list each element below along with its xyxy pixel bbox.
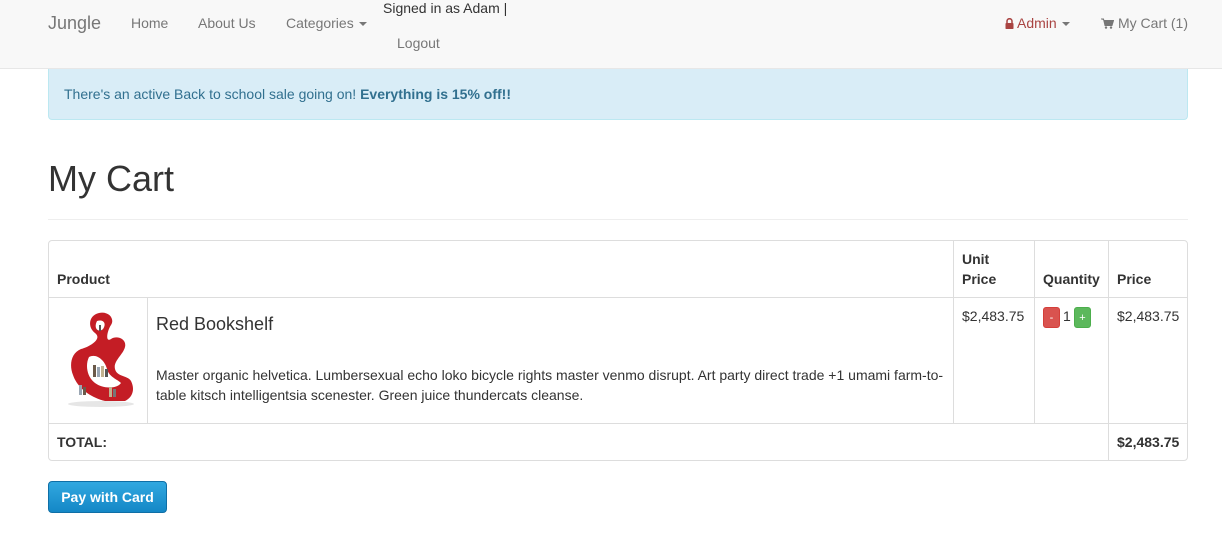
nav-categories-label: Categories [286,15,354,31]
pay-with-card-button[interactable]: Pay with Card [48,481,167,513]
divider [48,219,1188,220]
header-price: Price [1117,271,1152,287]
caret-down-icon [358,22,367,27]
nav-categories-dropdown[interactable]: Categories [286,15,367,31]
navbar: Jungle Home About Us Categories Signed i… [0,0,1222,69]
brand-link[interactable]: Jungle [48,13,101,34]
header-product: Product [57,271,110,287]
price-value: $2,483.75 [1117,308,1180,324]
quantity-value: 1 [1063,308,1071,324]
my-cart-link[interactable]: My Cart (1) [1101,15,1188,31]
total-label: TOTAL: [57,434,108,450]
nav-home-link[interactable]: Home [131,15,168,31]
header-unit-price-line2: Price [962,271,997,287]
header-quantity: Quantity [1043,271,1100,287]
product-image[interactable] [59,305,139,409]
increase-quantity-button[interactable]: + [1074,307,1091,328]
signed-in-text: Signed in as Adam | [383,0,508,16]
sale-alert-emphasis: Everything is 15% off!! [360,86,511,102]
admin-dropdown[interactable]: Admin [1005,15,1070,31]
sale-alert-text: There's an active Back to school sale go… [64,86,361,102]
total-value: $2,483.75 [1117,434,1180,450]
cart-table: Product Unit Price Quantity Price Red Bo… [48,240,1188,461]
row-divider [49,423,1187,424]
lock-icon [1005,18,1014,29]
logout-link[interactable]: Logout [397,35,440,51]
admin-label: Admin [1017,15,1057,31]
sale-alert: There's an active Back to school sale go… [48,69,1188,120]
shopping-cart-icon [1101,18,1114,29]
page-title: My Cart [48,158,174,199]
my-cart-label: My Cart (1) [1118,15,1188,31]
unit-price-value: $2,483.75 [962,308,1025,324]
product-description: Master organic helvetica. Lumbersexual e… [156,367,944,403]
header-unit-price-line1: Unit [962,251,990,267]
caret-down-icon [1061,22,1070,27]
decrease-quantity-button[interactable]: - [1043,307,1060,328]
product-name-link[interactable]: Red Bookshelf [156,314,273,335]
header-unit-price: Unit Price [962,249,996,289]
nav-about-link[interactable]: About Us [198,15,256,31]
